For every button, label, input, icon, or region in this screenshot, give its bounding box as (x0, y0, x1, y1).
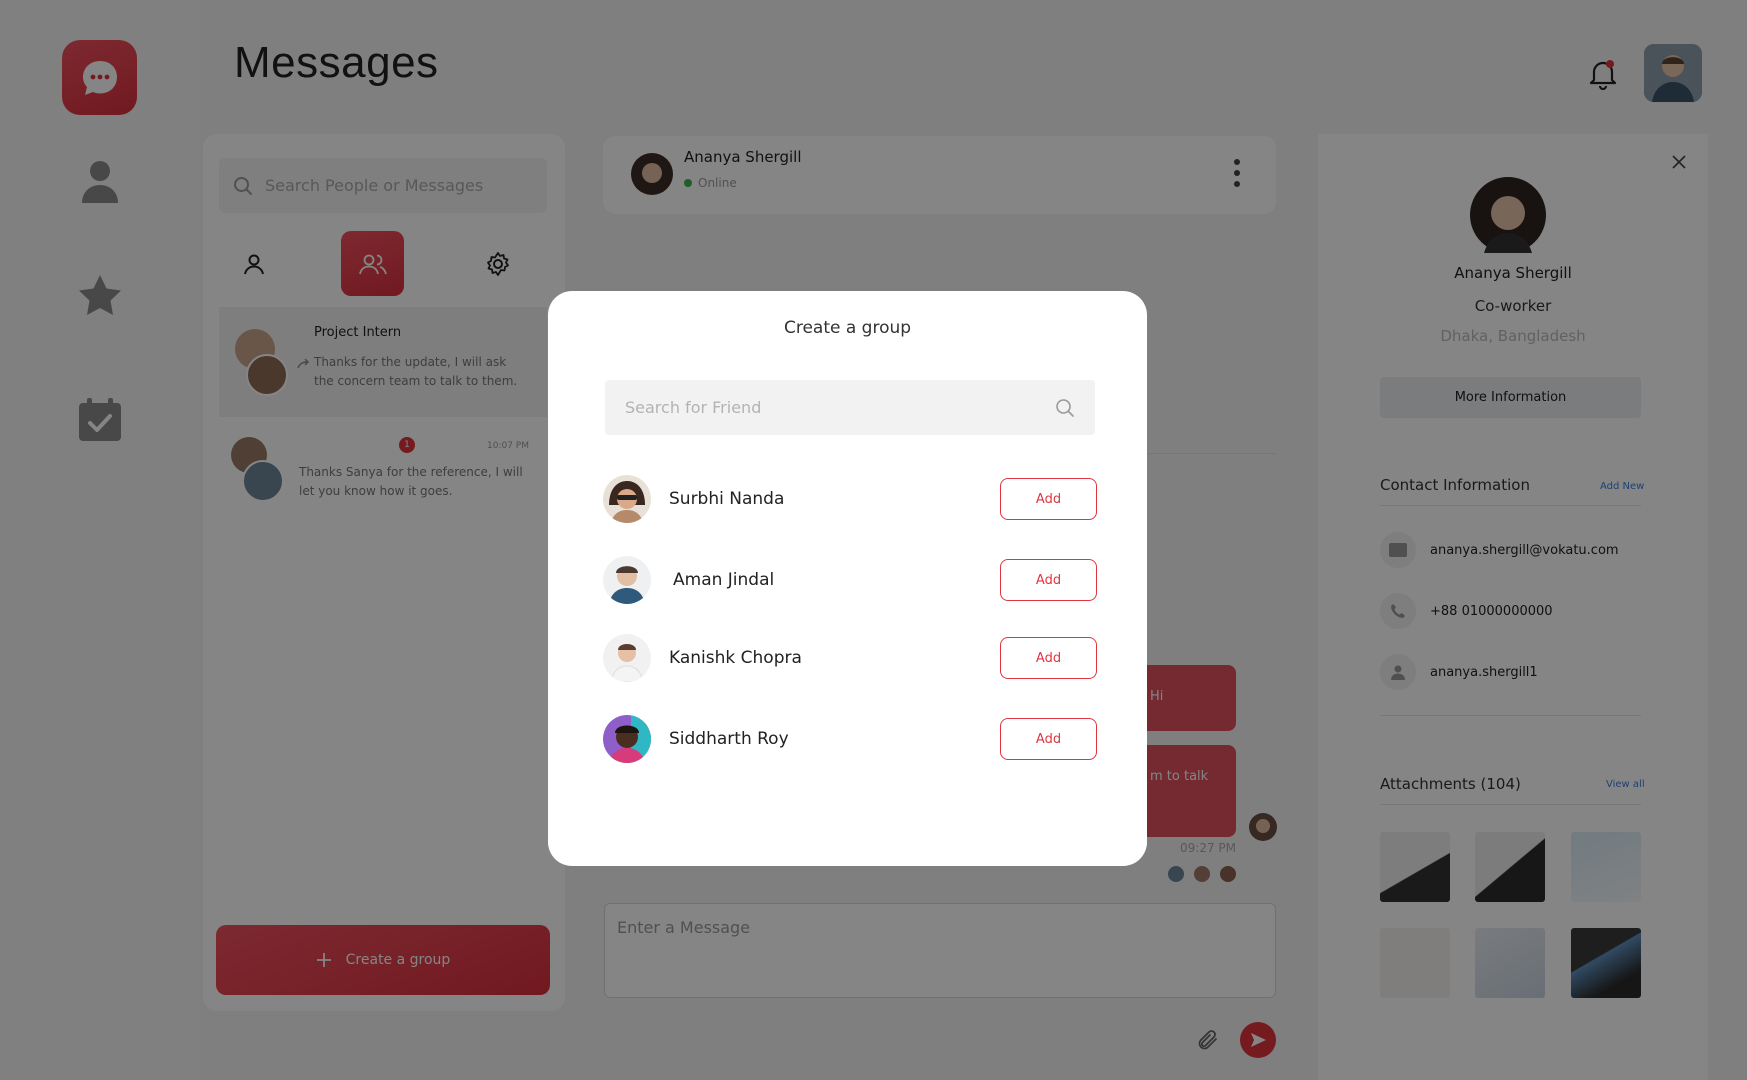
friend-name: Surbhi Nanda (669, 489, 785, 509)
modal-title: Create a group (783, 318, 912, 338)
friend-name: Kanishk Chopra (669, 648, 802, 668)
friend-avatar (603, 715, 651, 763)
friend-avatar (603, 634, 651, 682)
friend-avatar (603, 475, 651, 523)
add-friend-button[interactable]: Add (1000, 478, 1097, 520)
search-icon (1056, 398, 1074, 417)
add-friend-button[interactable]: Add (1000, 637, 1097, 679)
friend-row: Kanishk Chopra Add (603, 633, 1097, 683)
friend-row: Aman Jindal Add (603, 555, 1097, 605)
add-friend-button[interactable]: Add (1000, 718, 1097, 760)
friend-name: Siddharth Roy (669, 729, 789, 749)
friend-avatar (603, 556, 651, 604)
friend-name: Aman Jindal (673, 570, 775, 590)
friend-search-input[interactable]: Search for Friend (625, 398, 761, 417)
friend-search[interactable]: Search for Friend (605, 380, 1095, 435)
add-friend-button[interactable]: Add (1000, 559, 1097, 601)
friend-row: Siddharth Roy Add (603, 714, 1097, 764)
friend-row: Surbhi Nanda Add (603, 474, 1097, 524)
